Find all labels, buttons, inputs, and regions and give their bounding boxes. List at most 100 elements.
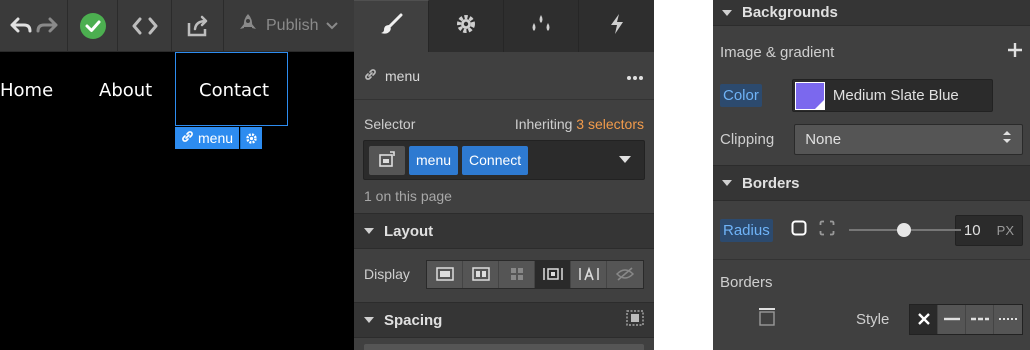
radius-slider[interactable] [848,223,961,237]
color-swatch[interactable] [794,81,825,110]
more-options-icon[interactable] [626,68,644,84]
borders-label: Borders [720,273,773,291]
inheriting-prefix: Inheriting [514,116,573,132]
selector-edit-icon [379,150,395,170]
rocket-icon [238,13,258,38]
selector-label: Selector [364,116,416,132]
radius-label[interactable]: Radius [720,218,773,242]
selected-element-name: menu [198,130,234,146]
plus-icon[interactable] [1007,42,1023,62]
tab-style[interactable] [354,0,429,52]
element-name: menu [385,67,421,84]
undo-icon[interactable] [10,17,32,35]
save-status-group [68,0,118,52]
style-panel: menu Selector Inheriting 3 selectors men… [354,0,654,350]
border-dotted-icon[interactable] [994,305,1022,334]
clipping-row: Clipping None [713,113,1030,165]
spacing-preview-icon[interactable] [626,310,644,330]
slider-handle[interactable] [896,223,911,237]
brush-icon [379,13,403,40]
display-options [426,259,644,289]
selector-settings-button[interactable] [369,145,405,175]
color-label[interactable]: Color [720,84,762,107]
selector-header: Selector Inheriting 3 selectors [354,116,654,132]
inheriting-selectors-link[interactable]: 3 selectors [576,116,644,132]
selector-chip-menu[interactable]: menu [409,145,459,175]
display-inline-icon[interactable] [571,260,607,288]
clipping-value: None [805,130,842,148]
image-gradient-row: Image & gradient [713,26,1030,78]
border-solid-icon[interactable] [938,304,967,334]
tab-style-manager[interactable] [504,0,579,52]
display-inline-block-icon[interactable] [535,260,571,288]
tab-settings[interactable] [429,0,504,52]
backgrounds-title: Backgrounds [742,4,838,21]
border-style-options [909,303,1024,335]
nav-link-home[interactable]: Home [0,80,53,101]
backgrounds-section-header[interactable]: Backgrounds [713,0,1030,26]
spacing-title: Spacing [384,311,443,329]
selection-outline [175,52,288,126]
selector-field[interactable]: menu Connect [363,140,645,180]
selector-chip-connect[interactable]: Connect [462,145,529,175]
color-row: Color Medium Slate Blue [713,78,1030,113]
caret-down-icon [722,180,732,186]
nav-link-about[interactable]: About [99,80,152,101]
link-icon [181,130,194,146]
display-block-icon[interactable] [427,260,463,288]
element-header: menu [354,52,654,100]
check-circle-icon[interactable] [79,12,107,40]
borders-section-header[interactable]: Borders [713,165,1030,201]
caret-down-icon [364,228,374,234]
panel-tabs [354,0,654,52]
display-flex-icon[interactable] [463,260,499,288]
spacing-box-preview[interactable] [364,344,644,350]
display-row: Display [354,249,654,299]
display-none-icon[interactable] [607,261,643,288]
radius-row: Radius 10 PX [713,201,1030,259]
spacing-section-header[interactable]: Spacing [354,302,654,338]
top-toolbar: Publish [0,0,354,52]
tab-interactions[interactable] [579,0,654,52]
publish-label: Publish [266,16,319,34]
canvas-area: Publish Home About Contact menu [0,0,354,350]
element-name-group: menu [364,68,420,84]
radius-unit[interactable]: PX [997,223,1014,238]
caret-down-icon [364,317,374,323]
radius-all-corners-icon[interactable] [791,220,807,240]
display-grid-icon[interactable] [499,260,535,288]
border-none-icon[interactable] [910,304,939,334]
clipping-label: Clipping [720,130,775,148]
export-icon[interactable] [186,15,210,37]
color-field[interactable]: Medium Slate Blue [791,79,993,112]
caret-down-icon[interactable] [619,151,631,169]
layout-section-header[interactable]: Layout [354,213,654,249]
border-side-selector-icon[interactable] [758,308,776,330]
caret-down-icon [722,9,732,16]
radius-input[interactable]: 10 PX [954,214,1023,246]
publish-button[interactable]: Publish [224,13,339,38]
gear-icon[interactable] [240,127,263,149]
border-style-label: Style [856,310,890,328]
selected-element-tag[interactable]: menu [175,127,263,149]
code-icon[interactable] [132,17,158,35]
display-label: Display [364,266,410,282]
radius-individual-corners-icon[interactable] [819,220,835,240]
redo-icon[interactable] [36,17,58,35]
lightning-icon [609,13,625,40]
undo-redo-group [0,0,68,52]
chevron-down-icon [326,17,339,35]
layout-title: Layout [384,222,434,240]
selected-element-label: menu [175,127,240,149]
designer-ui: Publish Home About Contact menu menu Sel… [0,0,1030,350]
link-icon [364,68,377,84]
border-style-row: Style [713,303,1030,335]
style-panel-right: Backgrounds Image & gradient Color Mediu… [713,0,1030,350]
on-page-count: 1 on this page [364,188,452,204]
select-arrows-icon [1002,130,1012,148]
code-group [118,0,172,52]
border-dashed-icon[interactable] [966,304,995,334]
clipping-select[interactable]: None [794,123,1023,155]
drops-icon [528,13,554,40]
color-value: Medium Slate Blue [832,87,959,104]
